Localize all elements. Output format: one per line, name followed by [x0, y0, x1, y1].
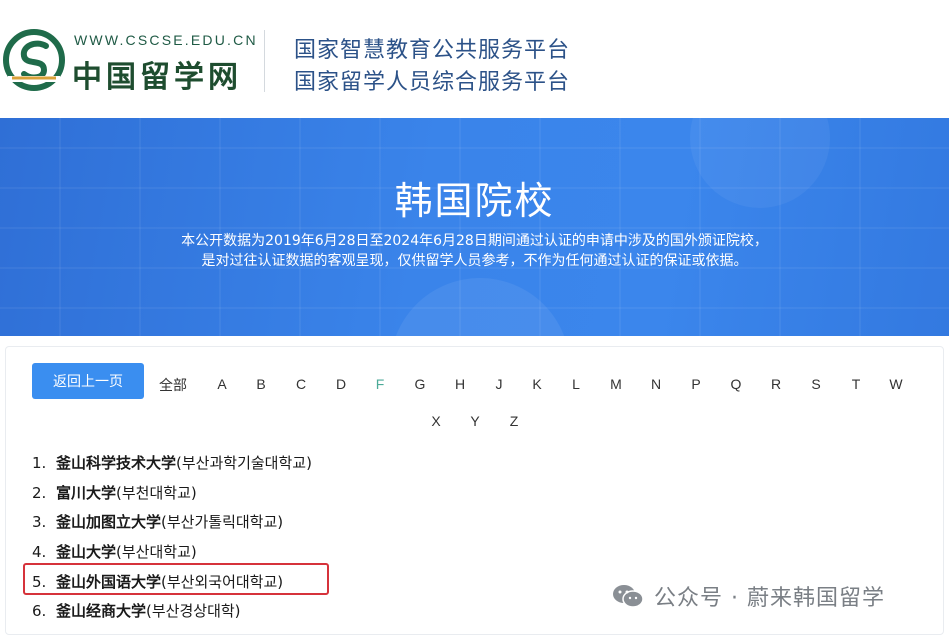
filter-letter-j[interactable]: J — [496, 376, 503, 392]
filter-letter-w[interactable]: W — [889, 376, 902, 392]
filter-letter-n[interactable]: N — [651, 376, 661, 392]
back-button[interactable]: 返回上一页 — [32, 363, 144, 399]
filter-letter-l[interactable]: L — [572, 376, 580, 392]
school-number: 1. — [32, 454, 47, 472]
filter-letter-z[interactable]: Z — [510, 413, 519, 429]
filter-letter-p[interactable]: P — [691, 376, 700, 392]
school-list: 1. 釜山科学技术大学(부산과학기술대학교) 2. 富川大学(부천대학교) 3. 釜山… — [32, 449, 312, 627]
banner-grid-decoration — [0, 118, 949, 336]
school-name-cn: 釜山大学 — [56, 543, 117, 562]
school-list-item[interactable]: 2. 富川大学(부천대학교) — [32, 479, 312, 509]
platform-name-1: 国家智慧教育公共服务平台 — [294, 38, 571, 63]
school-list-item[interactable]: 6. 釜山经商大学(부산경상대학) — [32, 597, 312, 627]
school-list-item[interactable]: 3. 釜山加图立大学(부산가톨릭대학교) — [32, 508, 312, 538]
filter-letter-r[interactable]: R — [771, 376, 781, 392]
banner-description-line-2: 是对过往认证数据的客观呈现，仅供留学人员参考，不作为任何通过认证的保证或依据。 — [201, 253, 748, 269]
filter-letter-c[interactable]: C — [296, 376, 306, 392]
school-number: 3. — [32, 513, 47, 532]
filter-letter-b[interactable]: B — [256, 376, 265, 392]
filter-letter-s[interactable]: S — [811, 376, 820, 392]
watermark: 公众号 · 蔚来韩国留学 — [612, 578, 885, 614]
banner: 韩国院校 本公开数据为2019年6月28日至2024年6月28日期间通过认证的申… — [0, 118, 949, 336]
school-name-kr: (부산과학기술대학교) — [176, 454, 312, 472]
filter-letter-a[interactable]: A — [217, 376, 226, 392]
filter-letter-g[interactable]: G — [415, 376, 426, 392]
filter-letter-f[interactable]: F — [376, 376, 385, 392]
filter-letter-q[interactable]: Q — [731, 376, 742, 392]
school-list-item[interactable]: 1. 釜山科学技术大学(부산과학기술대학교) — [32, 449, 312, 479]
wechat-icon — [613, 585, 644, 608]
site-name[interactable]: 中国留学网 — [72, 52, 242, 96]
filter-letter-x[interactable]: X — [431, 413, 440, 429]
school-name-kr: (부산대학교) — [116, 543, 197, 562]
school-name-cn: 富川大学 — [56, 483, 117, 502]
school-name-cn: 釜山科学技术大学 — [56, 454, 177, 472]
highlight-annotation-box — [23, 563, 329, 595]
cscse-logo-icon[interactable] — [2, 28, 66, 92]
header-divider — [264, 30, 265, 92]
filter-letter-d[interactable]: D — [336, 376, 346, 392]
filter-letter-h[interactable]: H — [455, 376, 465, 392]
school-name-cn: 釜山经商大学 — [56, 602, 147, 621]
banner-description-line-1: 本公开数据为2019年6月28日至2024年6月28日期间通过认证的申请中涉及的… — [181, 233, 768, 249]
page-title: 韩国院校 — [394, 179, 555, 223]
filter-letter-k[interactable]: K — [532, 376, 541, 392]
site-header: WWW.CSCSE.EDU.CN 中国留学网 国家智慧教育公共服务平台 国家留学… — [0, 0, 949, 118]
school-name-cn: 釜山加图立大学 — [56, 513, 162, 532]
school-name-kr: (부천대학교) — [116, 483, 197, 502]
filter-letter-y[interactable]: Y — [470, 413, 479, 429]
platform-name-2: 国家留学人员综合服务平台 — [294, 70, 571, 95]
filter-letter-m[interactable]: M — [610, 376, 622, 392]
school-name-kr: (부산가톨릭대학교) — [161, 513, 284, 532]
school-name-kr: (부산경상대학) — [146, 602, 241, 621]
filter-letter-t[interactable]: T — [852, 376, 861, 392]
watermark-text: 公众号 · 蔚来韩国留学 — [654, 586, 885, 611]
school-number: 6. — [32, 602, 47, 621]
site-url: WWW.CSCSE.EDU.CN — [74, 32, 258, 48]
school-number: 2. — [32, 483, 47, 502]
filter-all[interactable]: 全部 — [159, 375, 187, 395]
